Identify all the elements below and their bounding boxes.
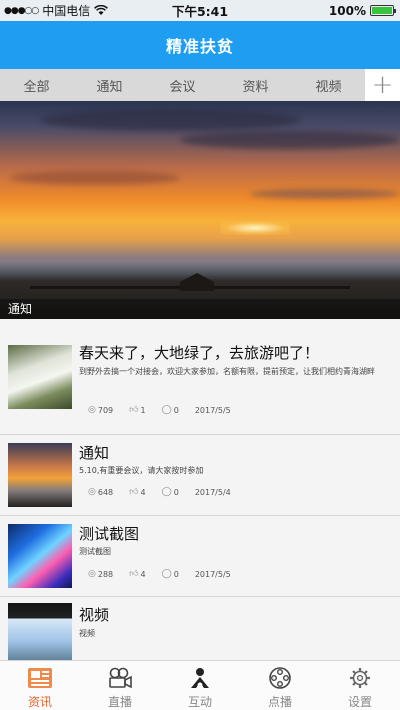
comment-icon[interactable]: ◯	[162, 405, 172, 415]
article-desc: 测试截图	[79, 547, 111, 556]
article-title: 通知	[79, 444, 110, 462]
interact-icon	[187, 666, 213, 690]
like-count: 1	[140, 405, 146, 415]
article-title: 测试截图	[79, 525, 140, 543]
article-title: 视频	[79, 606, 110, 624]
banner-cloud	[40, 109, 300, 131]
article-desc: 5.10,有重要会议，请大家按时参加	[79, 466, 204, 475]
article-meta: ◎ 288 👍︎ 4 ◯ 0 2017/5/5	[88, 569, 231, 579]
tabbar-label: 直播	[107, 695, 132, 709]
news-icon	[27, 666, 53, 690]
list-item[interactable]: 通知 5.10,有重要会议，请大家按时参加 ◎ 648 👍︎ 4 ◯ 0 2017/5…	[0, 435, 400, 516]
battery-icon	[370, 5, 396, 16]
eye-icon: ◎	[88, 569, 96, 579]
battery-percent: 100%	[328, 3, 366, 18]
article-desc: 视频	[79, 629, 95, 638]
article-thumbnail	[8, 603, 72, 667]
page-title: 精准扶贫	[165, 37, 234, 56]
eye-icon: ◎	[88, 405, 96, 415]
bottom-tab-bar: 资讯 直播 互动 点播 设置	[0, 660, 400, 710]
view-count: 709	[97, 405, 114, 415]
article-meta: ◎ 648 👍︎ 4 ◯ 0 2017/5/4	[88, 487, 231, 497]
film-reel-icon	[267, 666, 293, 690]
tab-notice[interactable]: 通知	[73, 76, 146, 95]
tabbar-label: 设置	[347, 695, 372, 709]
comment-count: 0	[173, 569, 179, 579]
article-thumbnail	[8, 443, 72, 507]
banner-cloud	[10, 171, 180, 185]
status-bar: ●●●○○ 中国电信 下午5:41 100%	[0, 0, 400, 21]
thumbs-up-icon[interactable]: 👍︎	[129, 487, 138, 497]
add-tab-button[interactable]: +	[365, 69, 400, 101]
like-count: 4	[140, 569, 146, 579]
list-item[interactable]: 春天来了，大地绿了，去旅游吧了！ 到野外去搞一个对接会，欢迎大家参加，名额有限，…	[0, 319, 400, 435]
featured-banner[interactable]: 通知	[0, 101, 400, 319]
article-thumbnail	[8, 524, 72, 588]
comment-icon[interactable]: ◯	[162, 569, 172, 579]
comment-icon[interactable]: ◯	[162, 487, 172, 497]
tab-video[interactable]: 视频	[292, 76, 365, 95]
tabbar-label: 互动	[187, 695, 212, 709]
eye-icon: ◎	[88, 487, 96, 497]
banner-cloud	[180, 131, 400, 149]
list-item[interactable]: 测试截图 测试截图 ◎ 288 👍︎ 4 ◯ 0 2017/5/5	[0, 516, 400, 597]
view-count: 648	[97, 487, 114, 497]
article-meta: ◎ 709 👍︎ 1 ◯ 0 2017/5/5	[88, 405, 231, 415]
camera-icon	[107, 666, 133, 690]
comment-count: 0	[173, 405, 179, 415]
tabbar-vod[interactable]: 点播	[240, 661, 320, 710]
tab-materials[interactable]: 资料	[219, 76, 292, 95]
tab-meeting[interactable]: 会议	[146, 76, 219, 95]
tabbar-label: 资讯	[27, 695, 52, 709]
tabbar-label: 点播	[267, 695, 292, 709]
article-desc: 到野外去搞一个对接会，欢迎大家参加，名额有限，提前预定，让我们相约青海湖畔	[79, 367, 375, 376]
comment-count: 0	[173, 487, 179, 497]
tab-all[interactable]: 全部	[0, 76, 73, 95]
category-tabs: 全部 通知 会议 资料 视频 +	[0, 69, 400, 101]
article-thumbnail	[8, 345, 72, 409]
like-count: 4	[140, 487, 146, 497]
banner-sun	[220, 221, 290, 235]
list-item[interactable]: 视频 视频	[0, 597, 400, 667]
tabbar-interact[interactable]: 互动	[160, 661, 240, 710]
article-title: 春天来了，大地绿了，去旅游吧了！	[79, 344, 320, 362]
thumbs-up-icon[interactable]: 👍︎	[129, 569, 138, 579]
banner-caption: 通知	[0, 299, 400, 319]
article-date: 2017/5/5	[194, 569, 231, 579]
tabbar-settings[interactable]: 设置	[320, 661, 400, 710]
tabbar-live[interactable]: 直播	[80, 661, 160, 710]
banner-cloud	[250, 189, 400, 199]
gear-icon	[347, 666, 373, 690]
tabbar-news[interactable]: 资讯	[0, 661, 80, 710]
article-list: 春天来了，大地绿了，去旅游吧了！ 到野外去搞一个对接会，欢迎大家参加，名额有限，…	[0, 319, 400, 667]
view-count: 288	[97, 569, 114, 579]
thumbs-up-icon[interactable]: 👍︎	[129, 405, 138, 415]
nav-header: 精准扶贫	[0, 21, 400, 69]
article-date: 2017/5/4	[194, 487, 231, 497]
article-date: 2017/5/5	[194, 405, 231, 415]
